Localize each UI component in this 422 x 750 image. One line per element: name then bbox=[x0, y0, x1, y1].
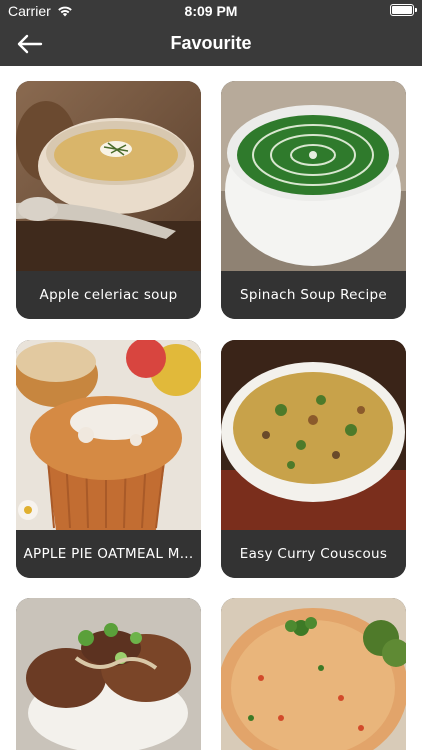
battery-icon bbox=[390, 4, 417, 16]
recipe-card-apple-pie-oatmeal[interactable]: APPLE PIE OATMEAL M... bbox=[16, 340, 201, 578]
recipe-title: Spinach Soup Recipe bbox=[221, 271, 406, 319]
recipe-image bbox=[16, 340, 201, 530]
recipe-card-risotto[interactable] bbox=[221, 598, 406, 750]
recipe-title: Apple celeriac soup bbox=[16, 271, 201, 319]
status-right bbox=[390, 4, 417, 16]
status-bar: Carrier 8:09 PM bbox=[0, 0, 422, 22]
recipe-card-easy-curry-couscous[interactable]: Easy Curry Couscous bbox=[221, 340, 406, 578]
recipe-card-apple-celeriac-soup[interactable]: Apple celeriac soup bbox=[16, 81, 201, 319]
recipe-title: APPLE PIE OATMEAL M... bbox=[16, 530, 201, 578]
page-title: Favourite bbox=[170, 33, 252, 53]
recipe-image bbox=[16, 598, 201, 750]
favourites-grid: Apple celeriac soup Spinach Soup Recipe bbox=[0, 66, 422, 750]
navigation-bar: Favourite bbox=[0, 22, 422, 66]
recipe-card-spinach-soup[interactable]: Spinach Soup Recipe bbox=[221, 81, 406, 319]
recipe-image bbox=[221, 340, 406, 530]
recipe-image bbox=[221, 598, 406, 750]
recipe-title: Easy Curry Couscous bbox=[221, 530, 406, 578]
status-time: 8:09 PM bbox=[184, 3, 238, 19]
recipe-card-beef-rice[interactable] bbox=[16, 598, 201, 750]
recipe-image bbox=[16, 81, 201, 271]
recipe-image bbox=[221, 81, 406, 271]
